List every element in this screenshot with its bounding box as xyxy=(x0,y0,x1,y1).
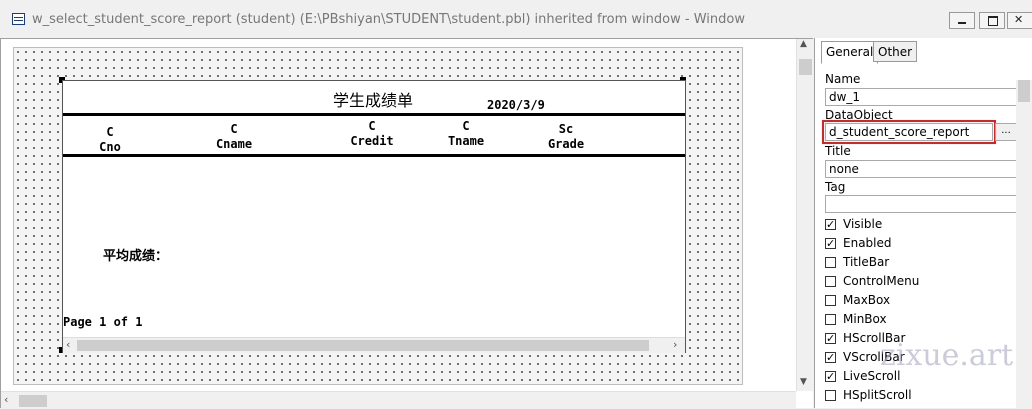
checkbox-label: TitleBar xyxy=(843,255,890,269)
checkbox-controlmenu[interactable]: ControlMenu xyxy=(825,273,919,289)
column-header-top: C xyxy=(462,119,470,133)
scroll-up-arrow-icon[interactable]: ▲ xyxy=(800,39,807,49)
checkbox-hsplitscroll[interactable]: HSplitScroll xyxy=(825,387,912,403)
dataobject-field[interactable]: d_student_score_report xyxy=(822,120,996,144)
scrollbar-thumb[interactable] xyxy=(19,395,47,407)
tag-label: Tag xyxy=(825,180,846,194)
checkbox-box[interactable] xyxy=(825,390,836,401)
properties-vscrollbar[interactable] xyxy=(1016,80,1032,408)
report-title: 学生成绩单 xyxy=(333,91,414,110)
column-header-bottom: Cno xyxy=(99,140,121,154)
scroll-left-arrow-icon[interactable]: ‹ xyxy=(4,393,8,406)
datawindow-hscrollbar[interactable]: ‹ › xyxy=(63,337,685,353)
window-canvas[interactable]: 学生成绩单 2020/3/9 C Cno C Cname C Credit C … xyxy=(13,47,743,385)
checkbox-box[interactable] xyxy=(825,276,836,287)
scrollbar-thumb[interactable] xyxy=(1018,80,1030,102)
scroll-down-arrow-icon[interactable]: ▼ xyxy=(800,377,807,387)
column-header-cno: C Cno xyxy=(93,125,127,155)
checkbox-label: Visible xyxy=(843,217,883,231)
checkbox-box[interactable] xyxy=(825,236,836,252)
header-top-line xyxy=(63,113,685,116)
close-button[interactable] xyxy=(1007,12,1032,29)
design-hscrollbar[interactable]: ‹ xyxy=(1,391,796,409)
column-header-bottom: Credit xyxy=(350,134,394,148)
column-header-top: C xyxy=(368,119,376,133)
checkbox-label: MinBox xyxy=(843,312,887,326)
dataobject-browse-button[interactable]: ... xyxy=(995,123,1017,141)
column-header-cname: C Cname xyxy=(209,122,259,152)
name-label: Name xyxy=(825,72,861,86)
maximize-button[interactable] xyxy=(979,12,1005,29)
watermark-text: zixue.art xyxy=(880,338,1014,373)
tab-other[interactable]: Other xyxy=(873,41,918,62)
checkbox-label: Enabled xyxy=(843,236,892,250)
column-header-bottom: Tname xyxy=(447,134,485,148)
scrollbar-thumb[interactable] xyxy=(77,340,649,351)
column-header-bottom: Cname xyxy=(215,137,253,151)
window-title: w_select_student_score_report (student) … xyxy=(32,12,745,27)
checkbox-box[interactable] xyxy=(825,369,836,385)
scroll-left-arrow-icon[interactable]: ‹ xyxy=(66,338,70,351)
name-field[interactable]: dw_1 xyxy=(825,88,1017,106)
datawindow-control[interactable]: 学生成绩单 2020/3/9 C Cno C Cname C Credit C … xyxy=(62,80,686,353)
checkbox-enabled[interactable]: Enabled xyxy=(825,235,892,252)
window-design-area: 学生成绩单 2020/3/9 C Cno C Cname C Credit C … xyxy=(0,38,814,409)
title-field[interactable]: none xyxy=(825,160,1017,178)
checkbox-box[interactable] xyxy=(825,314,836,325)
title-bar: w_select_student_score_report (student) … xyxy=(0,0,1032,40)
checkbox-titlebar[interactable]: TitleBar xyxy=(825,254,889,270)
tag-field[interactable] xyxy=(825,195,1017,213)
tab-general[interactable]: General xyxy=(821,41,879,64)
column-header-grade: Sc Grade xyxy=(541,122,591,152)
column-header-tname: C Tname xyxy=(441,119,491,149)
checkbox-box[interactable] xyxy=(825,350,836,366)
report-date: 2020/3/9 xyxy=(487,98,545,112)
minimize-button[interactable] xyxy=(949,12,975,29)
column-header-credit: C Credit xyxy=(345,119,399,149)
column-header-top: C xyxy=(230,122,238,136)
checkbox-box[interactable] xyxy=(825,295,836,306)
column-header-top: C xyxy=(106,125,114,139)
checkbox-box[interactable] xyxy=(825,331,836,347)
title-label: Title xyxy=(825,144,851,158)
checkbox-maxbox[interactable]: MaxBox xyxy=(825,292,890,308)
checkbox-box[interactable] xyxy=(825,257,836,268)
window-icon xyxy=(12,13,25,25)
design-vscrollbar[interactable]: ▲ ▼ xyxy=(796,39,814,391)
dataobject-label: DataObject xyxy=(825,108,893,122)
checkbox-label: HSplitScroll xyxy=(843,388,912,402)
scroll-right-arrow-icon[interactable]: › xyxy=(673,338,677,351)
checkbox-box[interactable] xyxy=(825,217,836,233)
column-header-bottom: Grade xyxy=(547,137,585,151)
checkbox-minbox[interactable]: MinBox xyxy=(825,311,887,327)
checkbox-visible[interactable]: Visible xyxy=(825,216,883,233)
checkbox-label: ControlMenu xyxy=(843,274,920,288)
page-number-text: Page 1 of 1 xyxy=(63,315,143,329)
header-bottom-line xyxy=(63,154,685,157)
scrollbar-thumb[interactable] xyxy=(799,59,812,75)
checkbox-label: MaxBox xyxy=(843,293,891,307)
average-grade-label: 平均成绩： xyxy=(103,249,169,264)
column-header-top: Sc xyxy=(558,122,574,136)
